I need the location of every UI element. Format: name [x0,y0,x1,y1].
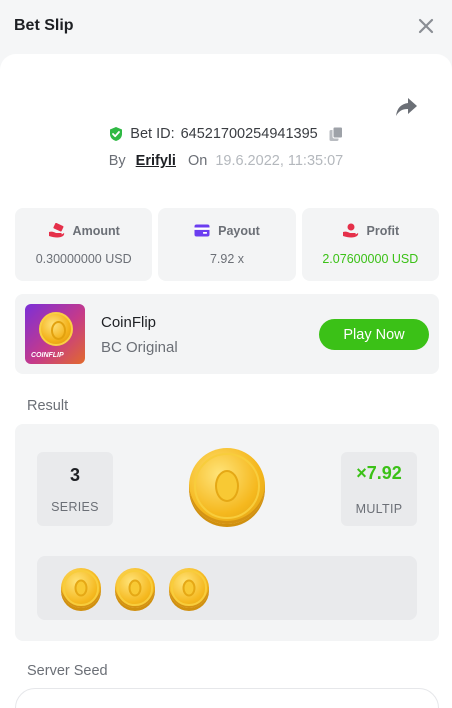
bet-slip-panel: Bet ID: 64521700254941395 By Erifyli On … [0,54,452,708]
result-label: Result [27,398,69,414]
history-coin-icon [115,568,155,608]
profit-hand-icon [342,223,358,238]
stat-profit: Profit 2.07600000 USD [301,208,439,281]
server-seed-field[interactable] [15,688,439,708]
result-coin-icon [189,448,265,524]
series-value: 3 [69,464,80,485]
shield-check-icon [110,127,123,141]
coinflip-thumbnail[interactable]: COINFLIP [25,304,85,364]
stat-payout-value: 7.92 x [209,251,245,266]
copy-icon[interactable] [328,126,344,142]
series-label: SERIES [51,499,99,514]
bet-meta-row: By Erifyli On 19.6.2022, 11:35:07 [0,153,452,169]
multiplier-label: MULTIP [355,501,403,516]
money-hand-icon [48,223,64,238]
game-name: CoinFlip [101,314,157,331]
stat-amount: Amount 0.30000000 USD [15,208,153,281]
server-seed-label: Server Seed [27,663,108,679]
bet-id-label: Bet ID: [130,126,175,142]
bet-slip-header: Bet Slip [0,0,452,52]
bet-date: 19.6.2022, 11:35:07 [215,153,344,169]
stat-amount-value: 0.30000000 USD [35,252,132,266]
bet-id-row: Bet ID: 64521700254941395 [0,126,452,142]
history-coin-icon [61,568,101,608]
flip-history [37,556,417,620]
stat-profit-value: 2.07600000 USD [322,252,419,266]
coin-icon [39,312,73,346]
share-icon[interactable] [394,94,420,120]
multiplier-box: ×7.92 MULTIP [341,452,417,526]
stat-payout: Payout 7.92 x [158,208,296,281]
close-icon[interactable] [414,14,438,38]
user-link[interactable]: Erifyli [136,153,176,169]
result-panel: 3 SERIES ×7.92 MULTIP [15,424,439,641]
series-box: 3 SERIES [37,452,113,526]
stats-row: Amount 0.30000000 USD Payout 7.92 x Prof… [15,208,439,281]
history-coin-icon [169,568,209,608]
on-label: On [187,153,208,169]
game-card: COINFLIP CoinFlip BC Original Play Now [15,294,439,374]
card-icon [194,224,210,237]
stat-amount-label: Amount [72,223,120,238]
multiplier-value: ×7.92 [356,462,402,483]
game-subtitle: BC Original [101,339,178,356]
by-label: By [108,153,126,169]
play-now-button[interactable]: Play Now [319,319,429,350]
header-title: Bet Slip [14,17,74,34]
stat-profit-label: Profit [366,223,400,238]
stat-payout-label: Payout [218,223,260,238]
bet-id-value: 64521700254941395 [180,126,318,142]
thumbnail-text: COINFLIP [31,352,64,359]
